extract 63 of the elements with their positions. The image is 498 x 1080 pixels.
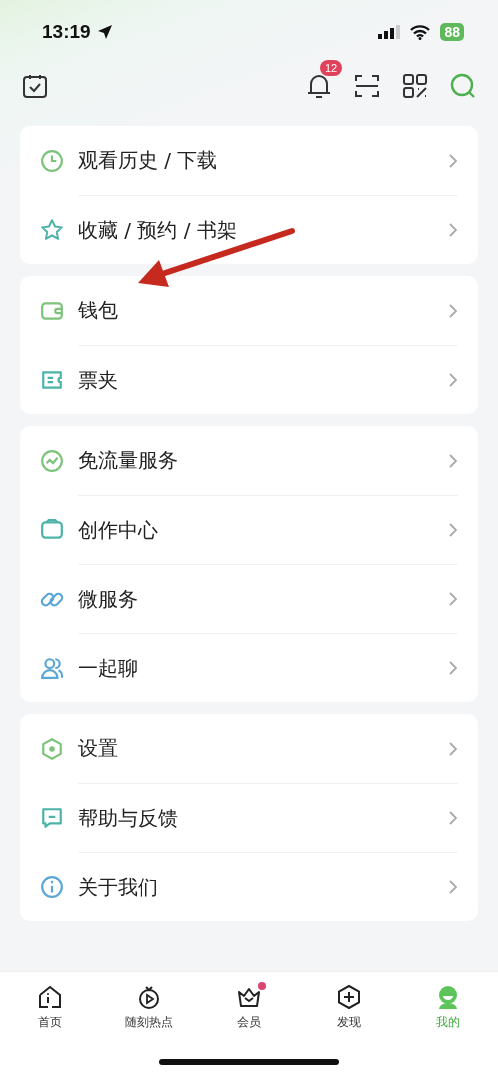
plus-hexagon-icon xyxy=(335,984,362,1010)
qr-code-icon[interactable] xyxy=(402,73,428,99)
menu-item[interactable]: 票夹 xyxy=(20,345,478,414)
menu-item[interactable]: 设置 xyxy=(20,714,478,783)
menu-item[interactable]: 收藏 / 预约 / 书架 xyxy=(20,195,478,264)
search-icon[interactable] xyxy=(450,73,476,99)
menu-item[interactable]: 微服务 xyxy=(20,564,478,633)
menu-item[interactable]: 免流量服务 xyxy=(20,426,478,495)
scan-icon[interactable] xyxy=(354,73,380,99)
battery-level: 88 xyxy=(440,23,464,41)
message-icon xyxy=(40,805,64,830)
clock-icon xyxy=(40,148,64,173)
tab-label: 首页 xyxy=(37,1014,62,1031)
menu-item-label: 创作中心 xyxy=(78,516,159,544)
chevron-right-icon xyxy=(449,661,458,675)
menu-item-label: 微服务 xyxy=(78,585,139,613)
chevron-right-icon xyxy=(449,453,458,468)
video-frame-icon xyxy=(40,517,64,542)
chevron-right-icon xyxy=(449,811,458,825)
notification-bell-icon[interactable] xyxy=(306,72,332,100)
tab-label: 会员 xyxy=(237,1014,261,1031)
menu-item-label: 收藏 / 预约 / 书架 xyxy=(78,216,238,244)
menu-item[interactable]: 关于我们 xyxy=(20,852,478,921)
chevron-right-icon xyxy=(449,373,458,387)
tab-bar-item[interactable]: 发现 xyxy=(298,984,399,1031)
menu-item[interactable]: 创作中心 xyxy=(20,495,478,564)
menu-item-label: 票夹 xyxy=(78,366,119,394)
chevron-right-icon xyxy=(449,153,458,168)
menu-item-label: 免流量服务 xyxy=(78,447,179,474)
people-icon xyxy=(40,655,64,680)
home-icon xyxy=(36,984,63,1010)
info-icon xyxy=(40,874,64,899)
signal-icon xyxy=(378,25,401,39)
calendar-check-icon[interactable] xyxy=(22,73,48,99)
menu-item[interactable]: 钱包 xyxy=(20,276,478,345)
trend-circle-icon xyxy=(40,448,64,473)
tab-bar-item[interactable]: 首页 xyxy=(0,984,100,1031)
tab-bar-item[interactable]: 会员 xyxy=(199,984,299,1031)
menu-item-label: 一起聊 xyxy=(78,654,139,682)
wifi-icon xyxy=(410,24,431,40)
menu-item-label: 帮助与反馈 xyxy=(78,804,179,832)
chevron-right-icon xyxy=(449,592,458,606)
menu-item[interactable]: 一起聊 xyxy=(20,633,478,702)
chevron-right-icon xyxy=(449,523,458,537)
menu-item-label: 设置 xyxy=(78,735,119,762)
notification-count: 12 xyxy=(320,60,343,76)
tab-bar-item[interactable]: 随刻热点 xyxy=(99,984,200,1031)
tab-label: 我的 xyxy=(436,1014,461,1031)
chevron-right-icon xyxy=(449,303,458,318)
menu-item[interactable]: 观看历史 / 下载 xyxy=(20,126,478,195)
status-time: 13:19 xyxy=(42,21,91,43)
menu-item-label: 钱包 xyxy=(78,297,119,324)
hexagon-icon xyxy=(40,736,64,761)
location-arrow-icon xyxy=(96,24,113,40)
menu-item-label: 关于我们 xyxy=(78,873,159,901)
tab-label: 随刻热点 xyxy=(125,1014,174,1031)
chevron-right-icon xyxy=(449,741,458,756)
star-icon xyxy=(40,217,64,242)
tab-label: 发现 xyxy=(336,1014,361,1031)
chevron-right-icon xyxy=(449,880,458,894)
chevron-right-icon xyxy=(449,223,458,237)
menu-item-label: 观看历史 / 下载 xyxy=(78,147,219,174)
menu-item[interactable]: 帮助与反馈 xyxy=(20,783,478,852)
